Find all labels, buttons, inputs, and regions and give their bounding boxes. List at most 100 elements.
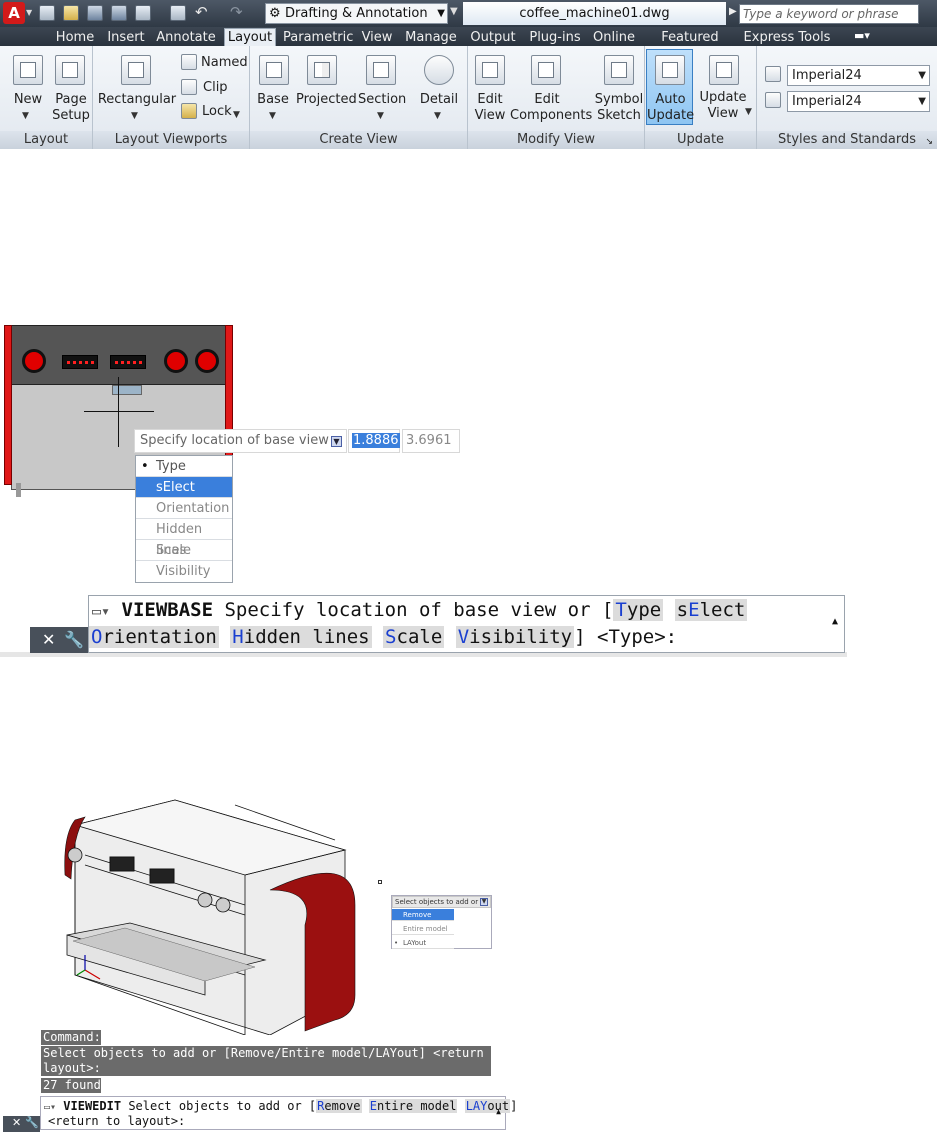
update-view-icon[interactable] [709,55,739,85]
base-view-button[interactable]: Base [256,92,290,108]
rectangular-viewport-button[interactable]: Rectangular [97,92,177,108]
workspace-selector[interactable]: ⚙ Drafting & Annotation ▼ [265,3,448,24]
clip-button[interactable]: Clip [203,80,228,96]
y-coordinate-input[interactable]: 3.6961 [402,429,460,453]
chevron-down-icon[interactable]: ▼ [377,108,384,124]
tab-manage[interactable]: Manage [403,29,459,46]
chevron-down-icon[interactable]: ▼ [269,108,276,124]
menu-item-entire-model[interactable]: Entire model [392,923,454,935]
new-layout-icon[interactable] [13,55,43,85]
tab-parametric[interactable]: Parametric [283,29,353,46]
command-line-viewbase[interactable]: ▭▾ VIEWBASE Specify location of base vie… [88,595,845,653]
chevron-down-icon[interactable]: ▼ [233,107,240,123]
tab-featured-apps[interactable]: Featured Apps [645,29,735,62]
open-folder-icon[interactable] [63,5,79,21]
page-setup-button[interactable]: Page Setup [50,92,92,124]
chevron-down-icon[interactable]: ▼ [434,108,441,124]
named-viewports-button[interactable]: Named [201,55,248,71]
arrow-down-icon[interactable]: ▼ [480,898,488,906]
print-icon[interactable] [170,5,186,21]
publish-icon[interactable] [135,5,151,21]
save-icon[interactable] [87,5,103,21]
tab-insert[interactable]: Insert [104,29,148,46]
layout-viewports-panel: Rectangular ▼ Named Clip Lock ▼ Layout V… [93,46,250,149]
lock-button[interactable]: Lock [202,104,232,120]
history-toggle-icon[interactable]: ▲ [496,1107,501,1116]
option-hidden-lines[interactable]: Hidden lines [230,626,372,648]
qat-menu-icon[interactable]: ▼ [450,6,458,17]
option-orientation[interactable]: Orientation [89,626,219,648]
save-as-icon[interactable] [111,5,127,21]
option-entire-model[interactable]: Entire model [368,1099,458,1113]
rectangular-viewport-icon[interactable] [121,55,151,85]
search-input[interactable]: Type a keyword or phrase [739,4,919,24]
detail-view-button[interactable]: Detail [418,92,460,108]
autocad-logo-icon[interactable]: A [3,2,25,24]
ribbon-minimize-icon[interactable]: ▬▾ [854,29,870,42]
section-view-button[interactable]: Section [358,92,406,108]
symbol-sketch-button[interactable]: Symbol Sketch [594,92,644,124]
update-view-button[interactable]: Update View [699,90,747,122]
wrench-icon[interactable]: 🔧 [25,1116,39,1129]
clip-icon[interactable] [181,79,197,95]
edit-components-icon[interactable] [531,55,561,85]
close-icon[interactable]: ✕ [42,630,55,649]
section-style-icon[interactable] [765,92,781,108]
projected-view-icon[interactable] [307,55,337,85]
tab-annotate[interactable]: Annotate [155,29,217,46]
menu-item-scale[interactable]: Scale [136,540,232,561]
section-view-icon[interactable] [366,55,396,85]
base-view-icon[interactable] [259,55,289,85]
menu-item-layout[interactable]: • LAYout [392,937,454,949]
arrow-down-icon[interactable]: ▼ [331,436,342,447]
named-viewports-icon[interactable] [181,54,197,70]
section-style-dropdown[interactable]: Imperial24 ▼ [787,91,930,112]
option-visibility[interactable]: Visibility [455,626,575,648]
view-style-icon[interactable] [765,66,781,82]
page-setup-icon[interactable] [55,55,85,85]
option-type[interactable]: Type [613,599,664,621]
menu-item-type[interactable]: • Type [136,456,232,477]
tab-layout[interactable]: Layout [224,28,276,46]
edit-view-button[interactable]: Edit View [472,92,508,124]
x-coordinate-input[interactable]: 1.8886 [348,429,400,453]
bullet-icon: • [394,939,399,947]
chevron-down-icon[interactable]: ▼ [745,104,752,120]
option-remove[interactable]: Remove [316,1099,362,1113]
tab-view[interactable]: View [359,29,395,46]
option-select[interactable]: sElect [674,599,748,621]
projected-view-button[interactable]: Projected [296,92,357,108]
new-layout-button[interactable]: New [8,92,48,108]
chevron-right-icon[interactable]: ▶ [729,6,737,17]
tab-online[interactable]: Online [591,29,637,46]
tab-express-tools[interactable]: Express Tools [743,29,831,46]
history-toggle-icon[interactable]: ▲ [832,616,838,627]
new-file-icon[interactable] [39,5,55,21]
panel-launcher-icon[interactable]: ↘ [925,137,933,147]
chevron-down-icon[interactable]: ▼ [131,108,138,124]
menu-item-hidden-lines[interactable]: Hidden lines [136,519,232,558]
undo-icon[interactable]: ↶ [195,3,208,21]
redo-icon[interactable]: ↷ [230,3,243,21]
tab-output[interactable]: Output [467,29,519,46]
view-style-dropdown[interactable]: Imperial24 ▼ [787,65,930,86]
symbol-sketch-icon[interactable] [604,55,634,85]
command-line-viewedit[interactable]: ▭▾ VIEWEDIT Select objects to add or [Re… [40,1096,517,1130]
edit-components-button[interactable]: Edit Components [510,92,592,124]
close-icon[interactable]: ✕ [12,1116,21,1129]
menu-item-remove[interactable]: Remove [392,909,454,921]
menu-item-visibility[interactable]: Visibility [136,561,232,583]
chevron-down-icon[interactable]: ▼ [26,8,32,17]
option-scale[interactable]: Scale [383,626,445,648]
lock-icon[interactable] [181,103,197,119]
tab-plug-ins[interactable]: Plug-ins [527,29,583,46]
tab-home[interactable]: Home [53,29,97,46]
detail-view-icon[interactable] [424,55,454,85]
option-layout[interactable]: LAYout [464,1099,511,1113]
chevron-down-icon[interactable]: ▼ [22,108,29,124]
menu-item-select[interactable]: sElect [136,477,232,498]
display-left [62,355,98,369]
wrench-icon[interactable]: 🔧 [64,630,84,649]
menu-item-orientation[interactable]: Orientation [136,498,232,519]
edit-view-icon[interactable] [475,55,505,85]
